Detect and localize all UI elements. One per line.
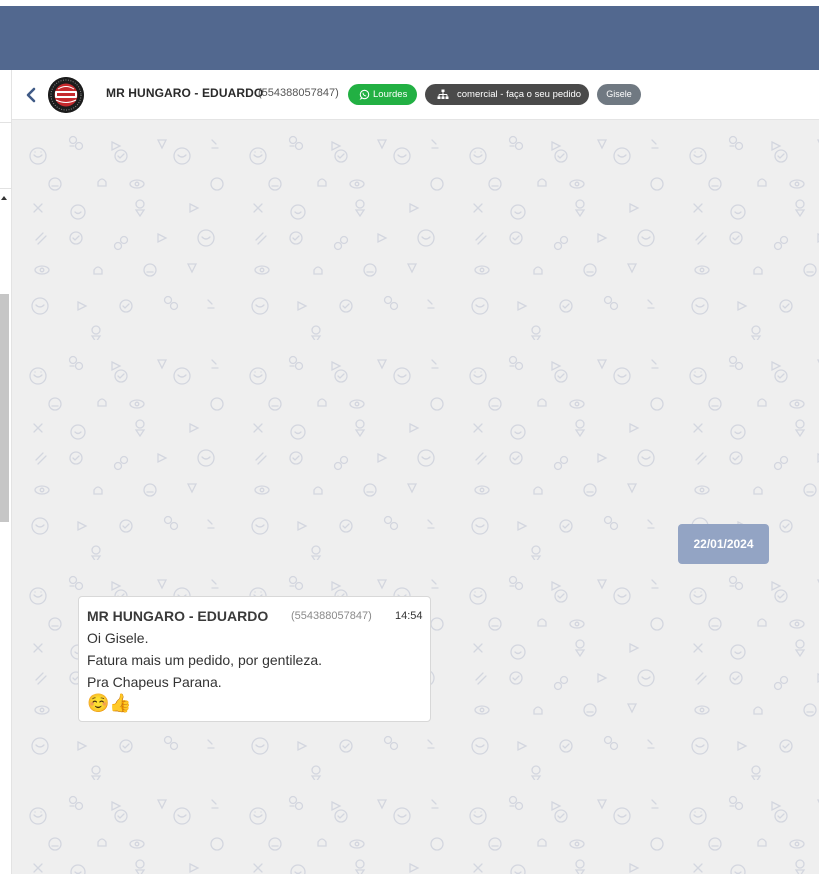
agent-tag-label: Lourdes [373, 89, 408, 100]
sitemap-icon [437, 89, 449, 99]
left-panel-divider [0, 188, 12, 189]
queue-tag[interactable]: comercial - faça o seu pedido [425, 84, 589, 105]
user-tag[interactable]: Gisele [597, 84, 641, 105]
contact-avatar[interactable] [48, 77, 84, 113]
incoming-message-bubble[interactable]: MR HUNGARO - EDUARDO (554388057847) 14:5… [78, 596, 431, 722]
chevron-left-icon[interactable] [24, 86, 38, 104]
queue-tag-label: comercial - faça o seu pedido [457, 89, 582, 100]
message-text-line: Oi Gisele. [87, 630, 149, 646]
message-sender-phone: (554388057847) [291, 610, 372, 622]
left-panel-scrollbar[interactable] [0, 294, 9, 522]
contact-logo-image [48, 77, 84, 113]
left-panel-divider [0, 122, 12, 123]
message-text-line: Pra Chapeus Parana. [87, 674, 222, 690]
chat-messages-area[interactable]: 22/01/2024 MR HUNGARO - EDUARDO (5543880… [12, 120, 819, 874]
message-emoji: ☺️👍 [87, 693, 132, 713]
scroll-up-arrow-icon[interactable] [0, 194, 8, 202]
whatsapp-icon [359, 89, 370, 100]
message-sender-name: MR HUNGARO - EDUARDO [87, 608, 269, 624]
agent-tag[interactable]: Lourdes [348, 84, 417, 105]
message-text-line: Fatura mais um pedido, por gentileza. [87, 652, 323, 668]
chat-wallpaper-pattern [12, 120, 819, 874]
date-separator: 22/01/2024 [678, 524, 769, 564]
contact-name: MR HUNGARO - EDUARDO [106, 86, 264, 100]
chat-header: MR HUNGARO - EDUARDO (554388057847) Lour… [12, 70, 819, 120]
user-tag-label: Gisele [606, 89, 632, 99]
message-timestamp: 14:54 [395, 610, 423, 622]
contact-phone: (554388057847) [258, 87, 339, 99]
left-panel-edge [0, 70, 12, 874]
app-top-bar [0, 6, 819, 70]
